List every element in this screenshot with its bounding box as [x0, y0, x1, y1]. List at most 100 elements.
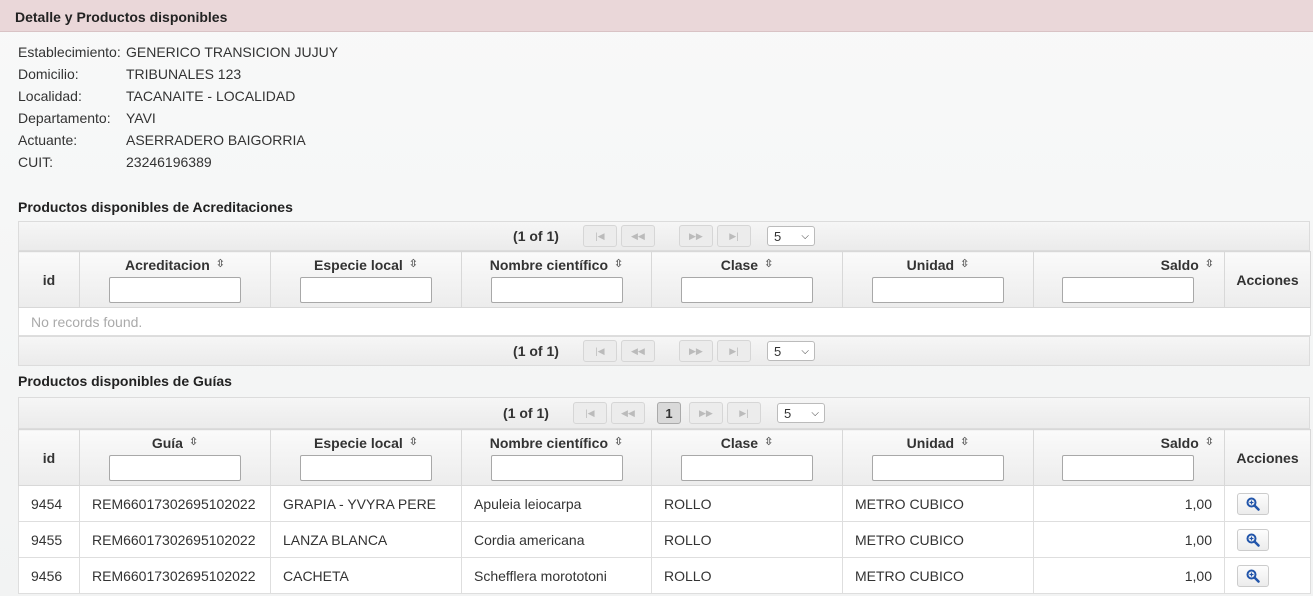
rows-per-page-select[interactable]: 5 ⌵: [766, 226, 815, 246]
cell-clase: ROLLO: [651, 557, 843, 594]
last-page-button[interactable]: ▶|: [716, 340, 751, 362]
sort-icon[interactable]: ⇳: [614, 437, 623, 448]
filter-input[interactable]: [681, 454, 813, 481]
column-label: Clase: [720, 434, 759, 451]
info-row: Establecimiento: GENERICO TRANSICION JUJU…: [18, 44, 338, 66]
filter-input[interactable]: [872, 454, 1004, 481]
panel-title: Detalle y Productos disponibles: [0, 0, 1313, 32]
filter-input[interactable]: [1062, 454, 1194, 481]
column-header-guia[interactable]: Guía ⇳: [79, 429, 271, 486]
cell-especie: CACHETA: [270, 557, 462, 594]
page-number-button[interactable]: 1: [656, 402, 681, 424]
sort-icon[interactable]: ⇳: [216, 259, 225, 270]
info-value: TACANAITE - LOCALIDAD: [126, 88, 296, 104]
info-label: CUIT:: [18, 154, 53, 170]
column-header-especie[interactable]: Especie local ⇳: [270, 251, 462, 308]
empty-row: No records found.: [18, 307, 1311, 336]
rows-per-page-value: 5: [783, 405, 792, 421]
sort-icon[interactable]: ⇳: [960, 259, 969, 270]
prev-page-button[interactable]: ◀◀: [620, 225, 655, 247]
prev-page-button[interactable]: ◀◀: [620, 340, 655, 362]
sort-icon[interactable]: ⇳: [1205, 437, 1214, 448]
sort-icon[interactable]: ⇳: [409, 437, 418, 448]
info-label: Domicilio:: [18, 66, 79, 82]
paginator-top: (1 of 1) |◀ ◀◀ ▶▶ ▶| 5 ⌵: [18, 221, 1310, 251]
column-header-nombre[interactable]: Nombre científico ⇳: [461, 429, 652, 486]
info-value: 23246196389: [126, 154, 212, 170]
last-page-button[interactable]: ▶|: [716, 225, 751, 247]
filter-input[interactable]: [300, 454, 432, 481]
rows-per-page-select[interactable]: 5 ⌵: [766, 341, 815, 361]
last-page-button[interactable]: ▶|: [726, 402, 761, 424]
acreditaciones-title: Productos disponibles de Acreditaciones: [18, 199, 293, 215]
view-button[interactable]: [1237, 492, 1269, 515]
sort-icon[interactable]: ⇳: [614, 259, 623, 270]
sort-icon[interactable]: ⇳: [960, 437, 969, 448]
filter-input[interactable]: [109, 454, 241, 481]
rows-per-page-select[interactable]: 5 ⌵: [776, 403, 825, 423]
zoom-icon: [1246, 569, 1260, 583]
column-header-unidad[interactable]: Unidad ⇳: [842, 251, 1034, 308]
sort-icon[interactable]: ⇳: [1205, 259, 1214, 270]
filter-input[interactable]: [300, 276, 432, 303]
next-page-button[interactable]: ▶▶: [678, 340, 713, 362]
filter-input[interactable]: [490, 276, 623, 303]
next-page-button[interactable]: ▶▶: [678, 225, 713, 247]
column-header-especie[interactable]: Especie local ⇳: [270, 429, 462, 486]
sort-icon[interactable]: ⇳: [189, 437, 198, 448]
cell-nombre: Schefflera morototoni: [461, 557, 652, 594]
info-row: Departamento: YAVI: [18, 110, 338, 132]
column-label: Unidad: [906, 256, 955, 273]
column-header-unidad[interactable]: Unidad ⇳: [842, 429, 1034, 486]
prev-page-icon: ◀◀: [621, 407, 635, 418]
view-button[interactable]: [1237, 528, 1269, 551]
column-label: Clase: [720, 256, 759, 273]
column-header-clase[interactable]: Clase ⇳: [651, 429, 843, 486]
info-row: Actuante: ASERRADERO BAIGORRIA: [18, 132, 338, 154]
info-value: YAVI: [126, 110, 156, 126]
first-page-button[interactable]: |◀: [572, 402, 607, 424]
cell-saldo: 1,00: [1033, 485, 1225, 522]
header-row: id Guía ⇳ Especie local ⇳ Nombre científic…: [18, 429, 1311, 486]
paginator-bottom: (1 of 1) |◀ ◀◀ ▶▶ ▶| 5 ⌵: [18, 336, 1310, 366]
filter-input[interactable]: [872, 276, 1004, 303]
column-label: Guía: [151, 434, 183, 451]
filter-input[interactable]: [1062, 276, 1194, 303]
column-header-acreditacion[interactable]: Acreditacion ⇳: [79, 251, 271, 308]
info-label: Departamento:: [18, 110, 111, 126]
acreditaciones-table: (1 of 1) |◀ ◀◀ ▶▶ ▶| 5 ⌵ id Acreditacion ⇳…: [18, 221, 1311, 366]
column-label: id: [42, 271, 56, 288]
filter-input[interactable]: [681, 276, 813, 303]
sort-icon[interactable]: ⇳: [409, 259, 418, 270]
cell-nombre: Cordia americana: [461, 521, 652, 558]
cell-clase: ROLLO: [651, 485, 843, 522]
rows-per-page-value: 5: [773, 228, 782, 244]
filter-input[interactable]: [109, 276, 241, 303]
column-header-saldo[interactable]: Saldo ⇳: [1033, 429, 1225, 486]
first-page-button[interactable]: |◀: [582, 340, 617, 362]
sort-icon[interactable]: ⇳: [764, 437, 773, 448]
prev-page-button[interactable]: ◀◀: [610, 402, 645, 424]
column-header-saldo[interactable]: Saldo ⇳: [1033, 251, 1225, 308]
page-report: (1 of 1): [513, 343, 559, 359]
column-label: Nombre científico: [489, 256, 609, 273]
sort-icon[interactable]: ⇳: [764, 259, 773, 270]
next-page-icon: ▶▶: [699, 407, 713, 418]
cell-saldo: 1,00: [1033, 521, 1225, 558]
last-page-icon: ▶|: [729, 230, 739, 241]
zoom-icon: [1246, 497, 1260, 511]
column-header-clase[interactable]: Clase ⇳: [651, 251, 843, 308]
filter-input[interactable]: [490, 454, 623, 481]
cell-id: 9456: [18, 557, 80, 594]
column-label: Nombre científico: [489, 434, 609, 451]
cell-unidad: METRO CUBICO: [842, 485, 1034, 522]
page-report: (1 of 1): [513, 228, 559, 244]
last-page-icon: ▶|: [739, 407, 749, 418]
column-header-nombre[interactable]: Nombre científico ⇳: [461, 251, 652, 308]
view-button[interactable]: [1237, 564, 1269, 587]
cell-guia: REM66017302695102022: [79, 485, 271, 522]
next-page-button[interactable]: ▶▶: [688, 402, 723, 424]
column-label: Saldo: [1160, 256, 1199, 273]
column-header-acciones: Acciones: [1224, 429, 1311, 486]
first-page-button[interactable]: |◀: [582, 225, 617, 247]
